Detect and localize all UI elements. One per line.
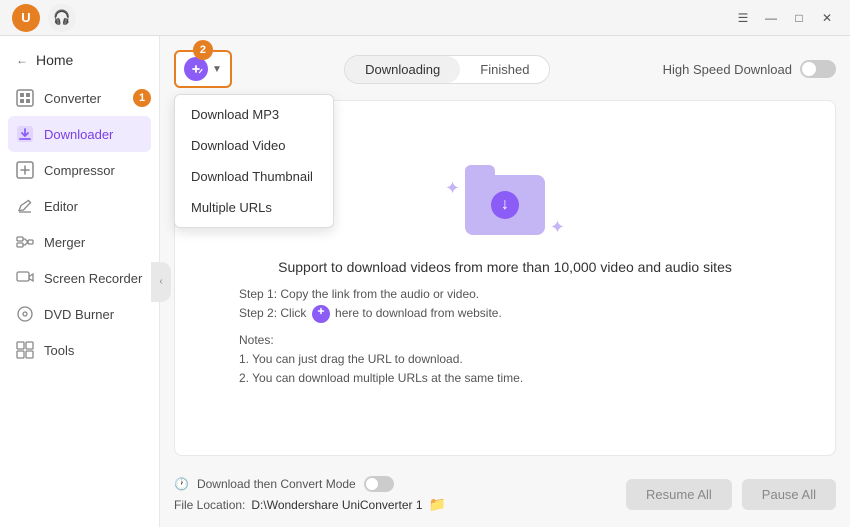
sidebar-item-screen-recorder[interactable]: Screen Recorder	[0, 260, 159, 296]
sidebar: ← Home Converter 1	[0, 36, 160, 527]
compressor-label: Compressor	[44, 163, 115, 178]
convert-mode-toggle[interactable]	[364, 476, 394, 492]
dropdown-item-download-thumbnail[interactable]: Download Thumbnail	[175, 161, 333, 192]
minimize-button[interactable]: —	[760, 7, 782, 29]
titlebar: U 🎧 ☰ — □ ✕	[0, 0, 850, 36]
titlebar-left-icons: U 🎧	[12, 4, 76, 32]
main-container: ← Home Converter 1	[0, 36, 850, 527]
sidebar-item-converter[interactable]: Converter 1	[0, 80, 159, 116]
dvd-burner-label: DVD Burner	[44, 307, 114, 322]
close-button[interactable]: ✕	[816, 7, 838, 29]
bottom-bar: 🕐 Download then Convert Mode File Locati…	[174, 468, 836, 513]
merger-label: Merger	[44, 235, 85, 250]
headset-icon[interactable]: 🎧	[48, 4, 76, 32]
file-location-row: File Location: D:\Wondershare UniConvert…	[174, 496, 446, 513]
sidebar-item-editor[interactable]: Editor	[0, 188, 159, 224]
folder-illustration: ✦ ↓ ✦	[460, 168, 550, 243]
sidebar-item-compressor[interactable]: Compressor	[0, 152, 159, 188]
converter-badge: 1	[133, 89, 151, 107]
converter-label: Converter	[44, 91, 101, 106]
content-area: 2 ▼ Download MP3 Download Video	[160, 36, 850, 527]
sparkle-left-icon: ✦	[445, 178, 460, 199]
converter-icon	[16, 89, 34, 107]
sidebar-item-downloader[interactable]: Downloader	[8, 116, 151, 152]
home-label: Home	[36, 52, 73, 68]
dvd-burner-icon	[16, 305, 34, 323]
sidebar-item-tools[interactable]: Tools	[0, 332, 159, 368]
file-location-label: File Location:	[174, 498, 245, 512]
clock-icon: 🕐	[174, 477, 189, 491]
downloader-label: Downloader	[44, 127, 113, 142]
bottom-right-buttons: Resume All Pause All	[626, 479, 836, 510]
maximize-button[interactable]: □	[788, 7, 810, 29]
screen-recorder-icon	[16, 269, 34, 287]
editor-icon	[16, 197, 34, 215]
window-controls: ☰ — □ ✕	[732, 7, 838, 29]
dropdown-item-multiple-urls[interactable]: Multiple URLs	[175, 192, 333, 223]
add-dropdown-menu: Download MP3 Download Video Download Thu…	[174, 94, 334, 228]
add-button-chevron: ▼	[212, 64, 222, 75]
dropdown-item-download-mp3[interactable]: Download MP3	[175, 99, 333, 130]
add-icon	[184, 57, 208, 81]
convert-mode-label: Download then Convert Mode	[197, 477, 356, 491]
menu-icon[interactable]: ☰	[732, 7, 754, 29]
sidebar-home[interactable]: ← Home	[0, 44, 159, 76]
speed-label: High Speed Download	[663, 62, 792, 77]
compressor-icon	[16, 161, 34, 179]
step1-text: Step 1: Copy the link from the audio or …	[199, 287, 479, 301]
top-bar: 2 ▼ Download MP3 Download Video	[174, 50, 836, 88]
editor-label: Editor	[44, 199, 78, 214]
download-arrow-icon: ↓	[491, 191, 519, 219]
tools-icon	[16, 341, 34, 359]
high-speed-toggle[interactable]	[800, 60, 836, 78]
tools-label: Tools	[44, 343, 74, 358]
avatar-icon[interactable]: U	[12, 4, 40, 32]
step2-text: Step 2: Click here to download from webs…	[199, 305, 502, 323]
resume-all-button[interactable]: Resume All	[626, 479, 732, 510]
drop-zone-title: Support to download videos from more tha…	[278, 259, 732, 275]
browse-folder-icon[interactable]: 📁	[429, 496, 446, 513]
bottom-left: 🕐 Download then Convert Mode File Locati…	[174, 476, 446, 513]
add-button-badge: 2	[193, 40, 213, 60]
sparkle-right-icon: ✦	[550, 217, 565, 238]
sidebar-item-merger[interactable]: Merger	[0, 224, 159, 260]
step2-click-icon	[312, 305, 330, 323]
convert-mode-row: 🕐 Download then Convert Mode	[174, 476, 446, 492]
add-button-wrapper: 2 ▼ Download MP3 Download Video	[174, 50, 232, 88]
sidebar-item-dvd-burner[interactable]: DVD Burner	[0, 296, 159, 332]
dropdown-item-download-video[interactable]: Download Video	[175, 130, 333, 161]
merger-icon	[16, 233, 34, 251]
notes-text: Notes: 1. You can just drag the URL to d…	[199, 331, 523, 389]
downloader-icon	[16, 125, 34, 143]
high-speed-toggle-row: High Speed Download	[663, 60, 836, 78]
folder-shape: ↓	[465, 175, 545, 235]
screen-recorder-label: Screen Recorder	[44, 271, 142, 286]
file-location-path: D:\Wondershare UniConverter 1	[251, 498, 422, 512]
status-tabs: Downloading Finished	[344, 55, 550, 84]
sidebar-collapse-button[interactable]: ‹	[151, 262, 171, 302]
pause-all-button[interactable]: Pause All	[742, 479, 836, 510]
back-arrow-icon: ←	[16, 53, 28, 67]
tab-finished[interactable]: Finished	[460, 56, 549, 83]
tab-downloading[interactable]: Downloading	[345, 56, 460, 83]
